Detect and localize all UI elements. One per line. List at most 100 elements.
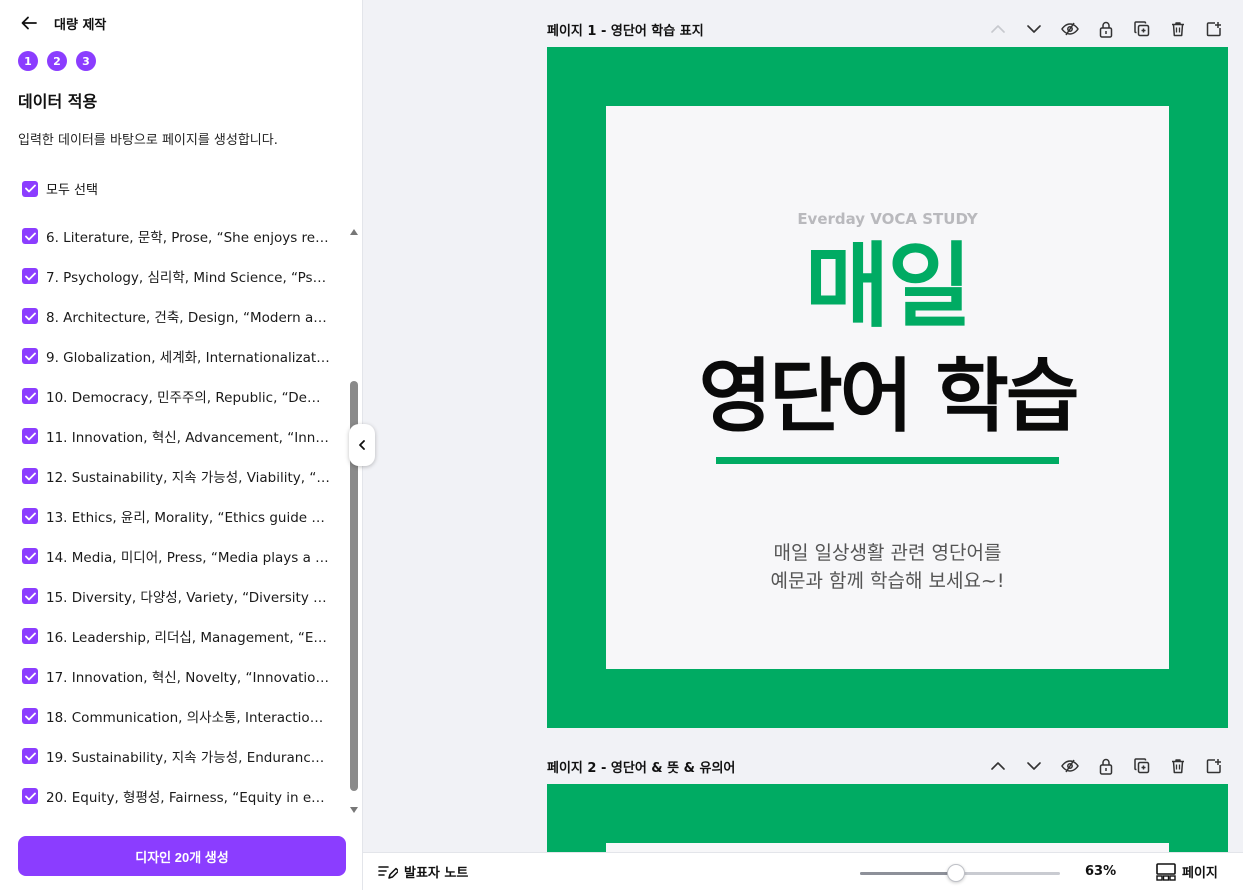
- add-page-button[interactable]: [1203, 18, 1225, 40]
- lock-page-button[interactable]: [1095, 18, 1117, 40]
- arrow-left-icon: [21, 16, 37, 30]
- add-page-icon: [1206, 22, 1221, 37]
- list-scrollbar[interactable]: [349, 226, 360, 816]
- checkbox-checked[interactable]: [22, 268, 38, 284]
- check-icon: [24, 752, 36, 760]
- list-item-label: 11. Innovation, 혁신, Advancement, “Innova…: [46, 430, 330, 446]
- checkbox-checked[interactable]: [22, 588, 38, 604]
- duplicate-page-button[interactable]: [1131, 755, 1153, 777]
- section-title: 데이터 적용: [18, 92, 98, 111]
- checkbox-checked[interactable]: [22, 388, 38, 404]
- checkbox-checked[interactable]: [22, 428, 38, 444]
- select-all-checkbox[interactable]: 모두 선택: [22, 179, 98, 198]
- list-item[interactable]: 7. Psychology, 심리학, Mind Science, “Psych…: [22, 256, 340, 296]
- checkbox-checked[interactable]: [22, 180, 38, 197]
- list-item[interactable]: 14. Media, 미디어, Press, “Media plays a vi…: [22, 536, 340, 576]
- page-2-card[interactable]: [606, 843, 1169, 852]
- page-view-button[interactable]: 페이지: [1156, 862, 1218, 881]
- add-page-icon: [1206, 759, 1221, 774]
- cover-headline-green[interactable]: 매일: [606, 234, 1169, 340]
- list-item[interactable]: 15. Diversity, 다양성, Variety, “Diversity …: [22, 576, 340, 616]
- cover-underline[interactable]: [716, 457, 1059, 464]
- trash-icon: [1172, 22, 1184, 37]
- checkbox-checked[interactable]: [22, 628, 38, 644]
- checkbox-checked[interactable]: [22, 228, 38, 244]
- list-item[interactable]: 10. Democracy, 민주주의, Republic, “Democrac…: [22, 376, 340, 416]
- scroll-up-arrow-icon[interactable]: [350, 229, 358, 235]
- move-page-down-button[interactable]: [1023, 755, 1045, 777]
- duplicate-page-button[interactable]: [1131, 18, 1153, 40]
- delete-page-button[interactable]: [1167, 18, 1189, 40]
- zoom-level[interactable]: 63%: [1085, 864, 1116, 879]
- checkbox-checked[interactable]: [22, 748, 38, 764]
- check-icon: [24, 312, 36, 320]
- list-item[interactable]: 9. Globalization, 세계화, Internationalizat…: [22, 336, 340, 376]
- bulk-create-panel: 대량 제작 1 2 3 데이터 적용 입력한 데이터를 바탕으로 페이지를 생성…: [0, 0, 363, 890]
- checkbox-checked[interactable]: [22, 788, 38, 804]
- check-icon: [24, 472, 36, 480]
- cover-subtitle[interactable]: Everday VOCA STUDY: [606, 210, 1169, 228]
- checkbox-checked[interactable]: [22, 548, 38, 564]
- list-item-label: 20. Equity, 형평성, Fairness, “Equity in ed…: [46, 790, 330, 806]
- list-item-label: 13. Ethics, 윤리, Morality, “Ethics guide …: [46, 510, 330, 526]
- scroll-down-arrow-icon[interactable]: [350, 807, 358, 813]
- list-item-label: 6. Literature, 문학, Prose, “She enjoys re…: [46, 230, 330, 246]
- checkbox-checked[interactable]: [22, 708, 38, 724]
- back-button[interactable]: [18, 12, 40, 34]
- list-item[interactable]: 11. Innovation, 혁신, Advancement, “Innova…: [22, 416, 340, 456]
- checkbox-checked[interactable]: [22, 668, 38, 684]
- step-indicator: 1 2 3: [18, 51, 96, 71]
- presenter-notes-button[interactable]: 발표자 노트: [378, 862, 468, 881]
- move-page-up-button[interactable]: [987, 18, 1009, 40]
- cover-description-line-2[interactable]: 예문과 함께 학습해 보세요~!: [606, 566, 1169, 593]
- chevron-down-icon: [1027, 25, 1041, 33]
- page-2-canvas[interactable]: [547, 784, 1228, 852]
- collapse-panel-button[interactable]: [349, 424, 375, 466]
- step-2[interactable]: 2: [47, 51, 67, 71]
- checkbox-checked[interactable]: [22, 308, 38, 324]
- list-item-label: 12. Sustainability, 지속 가능성, Viability, “…: [46, 470, 330, 486]
- hide-page-button[interactable]: [1059, 18, 1081, 40]
- list-item-label: 17. Innovation, 혁신, Novelty, “Innovation…: [46, 670, 330, 686]
- list-item[interactable]: 13. Ethics, 윤리, Morality, “Ethics guide …: [22, 496, 340, 536]
- list-item[interactable]: 8. Architecture, 건축, Design, “Modern arc…: [22, 296, 340, 336]
- step-1[interactable]: 1: [18, 51, 38, 71]
- check-icon: [24, 712, 36, 720]
- list-item[interactable]: 12. Sustainability, 지속 가능성, Viability, “…: [22, 456, 340, 496]
- list-item-label: 15. Diversity, 다양성, Variety, “Diversity …: [46, 590, 330, 606]
- cover-description-line-1[interactable]: 매일 일상생활 관련 영단어를: [606, 538, 1169, 565]
- zoom-slider-thumb[interactable]: [947, 864, 965, 882]
- step-3[interactable]: 3: [76, 51, 96, 71]
- cover-card[interactable]: Everday VOCA STUDY 매일 영단어 학습 매일 일상생활 관련 …: [606, 106, 1169, 669]
- delete-page-button[interactable]: [1167, 755, 1189, 777]
- checkbox-checked[interactable]: [22, 348, 38, 364]
- list-item[interactable]: 18. Communication, 의사소통, Interaction, “C…: [22, 696, 340, 736]
- list-item-label: 19. Sustainability, 지속 가능성, Endurance, “…: [46, 750, 330, 766]
- list-item[interactable]: 16. Leadership, 리더십, Management, “Effect…: [22, 616, 340, 656]
- list-item-label: 10. Democracy, 민주주의, Republic, “Democrac…: [46, 390, 330, 406]
- move-page-down-button[interactable]: [1023, 18, 1045, 40]
- check-icon: [24, 592, 36, 600]
- hide-page-button[interactable]: [1059, 755, 1081, 777]
- trash-icon: [1172, 759, 1184, 774]
- zoom-slider[interactable]: [860, 864, 1060, 882]
- page-1-canvas[interactable]: Everday VOCA STUDY 매일 영단어 학습 매일 일상생활 관련 …: [547, 47, 1228, 728]
- checkbox-checked[interactable]: [22, 508, 38, 524]
- list-item-label: 16. Leadership, 리더십, Management, “Effect…: [46, 630, 330, 646]
- lock-page-button[interactable]: [1095, 755, 1117, 777]
- list-item[interactable]: 20. Equity, 형평성, Fairness, “Equity in ed…: [22, 776, 340, 816]
- cover-headline-black[interactable]: 영단어 학습: [606, 351, 1169, 443]
- add-page-button[interactable]: [1203, 755, 1225, 777]
- checkbox-checked[interactable]: [22, 468, 38, 484]
- check-icon: [24, 432, 36, 440]
- list-item[interactable]: 17. Innovation, 혁신, Novelty, “Innovation…: [22, 656, 340, 696]
- page-2-label: 페이지 2 - 영단어 & 뜻 & 유의어: [547, 761, 736, 776]
- page-view-label: 페이지: [1182, 866, 1218, 881]
- list-item[interactable]: 19. Sustainability, 지속 가능성, Endurance, “…: [22, 736, 340, 776]
- generate-designs-button[interactable]: 디자인 20개 생성: [18, 836, 346, 876]
- list-item[interactable]: 6. Literature, 문학, Prose, “She enjoys re…: [22, 216, 340, 256]
- move-page-up-button[interactable]: [987, 755, 1009, 777]
- check-icon: [24, 632, 36, 640]
- check-icon: [24, 672, 36, 680]
- eye-slash-icon: [1061, 22, 1079, 36]
